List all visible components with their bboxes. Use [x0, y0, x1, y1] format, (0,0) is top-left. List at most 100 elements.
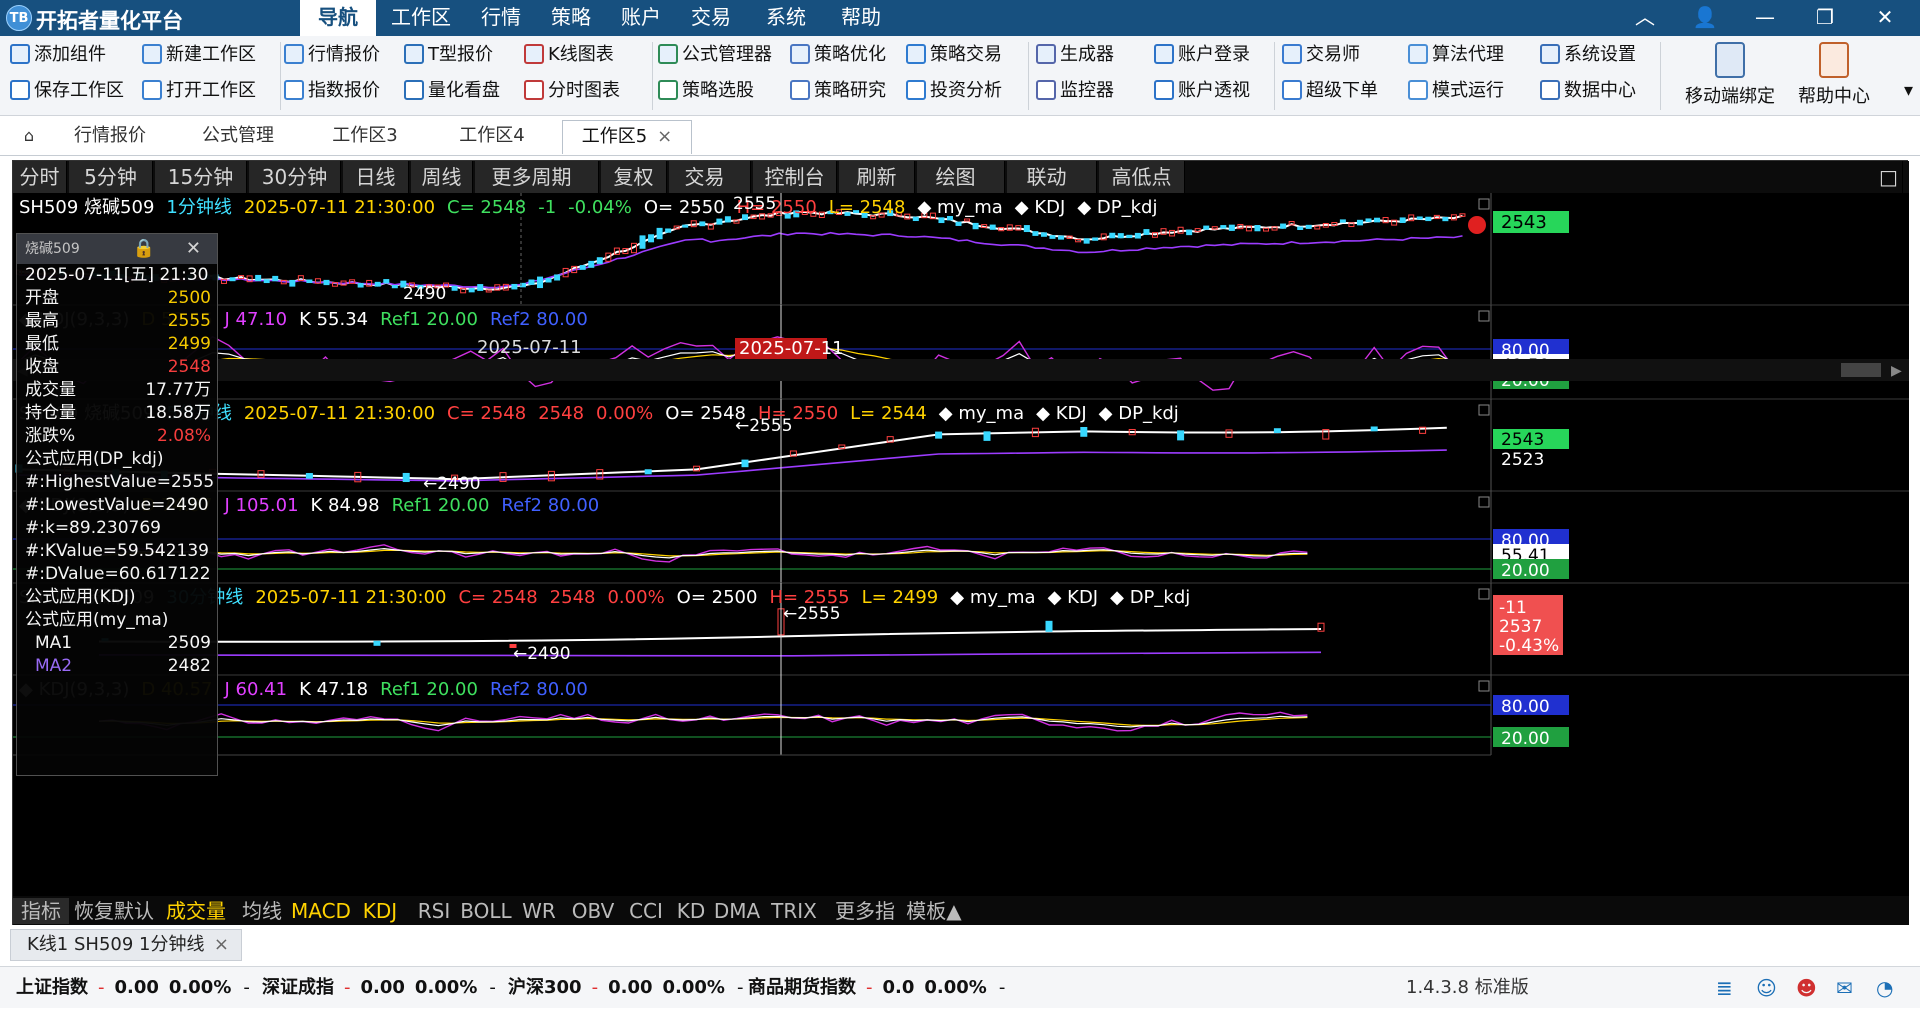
- menu-item-5[interactable]: 交易: [676, 0, 746, 36]
- indicator-1[interactable]: 恢复默认: [71, 898, 157, 924]
- chart-panes[interactable]: SH509 烧碱509 1分钟线 2025-07-11 21:30:00 C= 254…: [13, 193, 1909, 896]
- toolbar-8-0[interactable]: 生成器: [1036, 40, 1114, 70]
- toolbar-12-0[interactable]: 系统设置: [1540, 40, 1636, 70]
- indicator-15[interactable]: 模板▲: [905, 898, 963, 924]
- indicator-2[interactable]: 成交量: [159, 898, 233, 924]
- tab-4[interactable]: 工作区5 ×: [562, 120, 692, 154]
- toolbar-big-0[interactable]: 移动端绑定: [1672, 42, 1788, 112]
- toolbar-12-1[interactable]: 数据中心: [1540, 76, 1636, 106]
- menu-item-1[interactable]: 工作区: [376, 0, 466, 36]
- restore-icon[interactable]: ❐: [1810, 6, 1840, 30]
- period-button-10[interactable]: 刷新: [839, 161, 915, 193]
- indicator-13[interactable]: TRIX: [763, 898, 825, 924]
- toolbar-6-1[interactable]: 策略研究: [790, 76, 886, 106]
- indicator-10[interactable]: CCI: [623, 898, 669, 924]
- menu-item-3[interactable]: 策略: [536, 0, 606, 36]
- period-button-0[interactable]: 分时: [13, 161, 67, 193]
- period-button-4[interactable]: 日线: [343, 161, 409, 193]
- tab-1[interactable]: 公式管理: [176, 120, 300, 154]
- toolbar-8-1[interactable]: 监控器: [1036, 76, 1114, 106]
- menu-item-2[interactable]: 行情: [466, 0, 536, 36]
- toolbar-9-1[interactable]: 账户透视: [1154, 76, 1250, 106]
- indicator-9[interactable]: OBV: [565, 898, 621, 924]
- tab-2[interactable]: 工作区3: [306, 120, 424, 154]
- toolbar-5-1[interactable]: 策略选股: [658, 76, 754, 106]
- toolbar-10-1[interactable]: 超级下单: [1282, 76, 1378, 106]
- horizontal-scrollbar[interactable]: [13, 359, 1909, 381]
- toolbar-2-1[interactable]: 指数报价: [284, 76, 380, 106]
- lock-icon[interactable]: 🔒: [133, 234, 155, 264]
- connection-icon[interactable]: ◔: [1876, 967, 1893, 1009]
- toolbar-9-0[interactable]: 账户登录: [1154, 40, 1250, 70]
- user-settings-icon[interactable]: 👤: [1690, 6, 1720, 30]
- index-ticker-3[interactable]: 商品期货指数 -0.0 0.00% -: [748, 967, 1005, 1009]
- period-button-1[interactable]: 5分钟: [69, 161, 153, 193]
- period-button-9[interactable]: 控制台: [753, 161, 837, 193]
- menu-item-7[interactable]: 帮助: [826, 0, 896, 36]
- toolbar-7-1[interactable]: 投资分析: [906, 76, 1002, 106]
- chat-icon[interactable]: ✉: [1836, 967, 1853, 1009]
- period-button-12[interactable]: 联动: [1007, 161, 1097, 193]
- period-button-11[interactable]: 绘图: [917, 161, 1005, 193]
- period-button-13[interactable]: 高低点: [1099, 161, 1185, 193]
- period-button-7[interactable]: 复权: [601, 161, 667, 193]
- period-button-8[interactable]: 交易: [669, 161, 751, 193]
- indicator-5[interactable]: KDJ: [351, 898, 409, 924]
- period-button-6[interactable]: 更多周期: [475, 161, 599, 193]
- toolbar-0-1[interactable]: 保存工作区: [10, 76, 124, 106]
- toolbar-2-0[interactable]: 行情报价: [284, 40, 380, 70]
- indicator-14[interactable]: 更多指标: [827, 898, 903, 949]
- tab-close-icon[interactable]: ×: [657, 126, 672, 147]
- tab-kline1[interactable]: K线1 SH509 1分钟线 ×: [10, 929, 242, 961]
- indicator-0[interactable]: 指标: [13, 898, 69, 924]
- index-ticker-2[interactable]: 沪深300-0.00 0.00% -: [508, 967, 743, 1009]
- minimize-icon[interactable]: —: [1750, 6, 1780, 30]
- period-button-5[interactable]: 周线: [411, 161, 473, 193]
- toolbar-label: 策略交易: [930, 44, 1002, 65]
- tab-3[interactable]: 工作区4: [430, 120, 554, 154]
- indicator-8[interactable]: WR: [515, 898, 563, 924]
- menu-item-6[interactable]: 系统: [746, 0, 826, 36]
- menu-item-0[interactable]: 导航: [300, 0, 376, 36]
- indicator-3[interactable]: 均线: [235, 898, 289, 924]
- scroll-thumb[interactable]: [1841, 363, 1881, 377]
- index-ticker-0[interactable]: 上证指数 -0.00 0.00% -: [16, 967, 250, 1009]
- toolbar-5-0[interactable]: 公式管理器: [658, 40, 772, 70]
- toolbar-3-1[interactable]: 量化看盘: [404, 76, 500, 106]
- toolbar-more-icon[interactable]: ▾: [1904, 76, 1913, 106]
- close-icon[interactable]: ✕: [186, 234, 201, 264]
- collapse-up-icon[interactable]: ︿: [1630, 6, 1660, 30]
- scroll-right-icon[interactable]: ▶: [1891, 363, 1902, 379]
- alert-icon[interactable]: ☻: [1796, 967, 1817, 1009]
- indicator-7[interactable]: BOLL: [459, 898, 513, 924]
- alert-badge-icon[interactable]: [1468, 216, 1486, 234]
- indicator-11[interactable]: KD: [671, 898, 711, 924]
- tab-close-icon[interactable]: ×: [214, 930, 229, 960]
- indicator-12[interactable]: DMA: [713, 898, 761, 924]
- toolbar-11-1[interactable]: 模式运行: [1408, 76, 1504, 106]
- close-window-icon[interactable]: ✕: [1870, 6, 1900, 30]
- home-icon[interactable]: ⌂: [14, 120, 44, 154]
- chart-maximize-icon[interactable]: □: [1875, 161, 1903, 193]
- kline-chart[interactable]: 分时 5分钟 15分钟 30分钟 日线 周线 更多周期 复权 交易 控制台 刷新 绘图 联动 高低点 □ S…: [12, 160, 1909, 949]
- news-icon[interactable]: ≣: [1716, 967, 1733, 1009]
- indicator-6[interactable]: RSI: [411, 898, 457, 924]
- toolbar-0-0[interactable]: 添加组件: [10, 40, 106, 70]
- toolbar-11-0[interactable]: 算法代理: [1408, 40, 1504, 70]
- period-button-3[interactable]: 30分钟: [249, 161, 341, 193]
- menu-item-4[interactable]: 账户: [606, 0, 676, 36]
- toolbar-1-1[interactable]: 打开工作区: [142, 76, 256, 106]
- index-ticker-1[interactable]: 深证成指 -0.00 0.00% -: [262, 967, 496, 1009]
- toolbar-7-0[interactable]: 策略交易: [906, 40, 1002, 70]
- tab-0[interactable]: 行情报价: [50, 120, 170, 154]
- indicator-4[interactable]: MACD: [291, 898, 351, 924]
- period-button-2[interactable]: 15分钟: [155, 161, 247, 193]
- toolbar-big-1[interactable]: 帮助中心: [1782, 42, 1886, 112]
- service-icon[interactable]: ☺: [1756, 967, 1777, 1009]
- toolbar-4-0[interactable]: K线图表: [524, 40, 614, 70]
- toolbar-1-0[interactable]: 新建工作区: [142, 40, 256, 70]
- toolbar-6-0[interactable]: 策略优化: [790, 40, 886, 70]
- toolbar-4-1[interactable]: 分时图表: [524, 76, 620, 106]
- toolbar-3-0[interactable]: T型报价: [404, 40, 493, 70]
- toolbar-10-0[interactable]: 交易师: [1282, 40, 1360, 70]
